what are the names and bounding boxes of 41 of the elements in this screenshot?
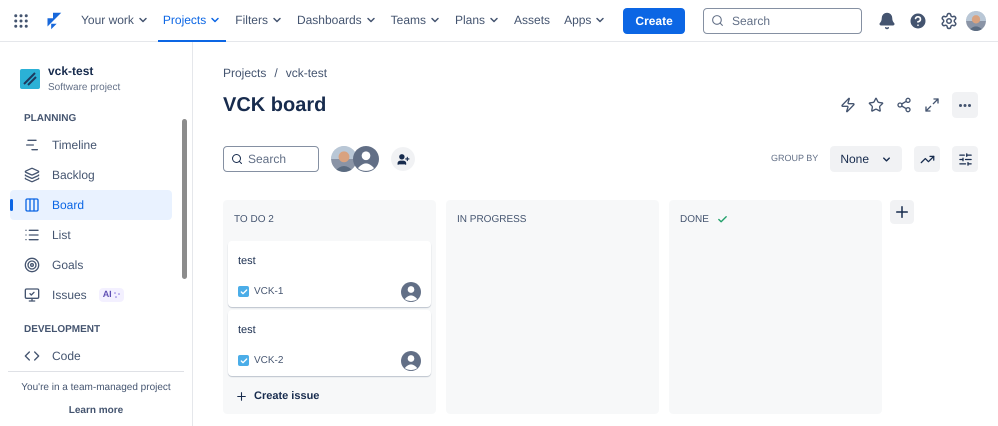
group-by-label: GROUP BY [770, 152, 818, 166]
group-by-select[interactable]: None [830, 146, 902, 172]
column-title: IN PROGRESS [457, 212, 526, 226]
nav-menu[interactable]: Apps [559, 0, 612, 42]
issue-title: test [238, 254, 257, 269]
nav-menu[interactable]: Teams [386, 0, 446, 42]
nav-menu[interactable]: Projects [158, 0, 226, 42]
nav-menu[interactable]: Dashboards [292, 0, 382, 42]
nav-menu[interactable]: Filters [230, 0, 288, 42]
board-search-field[interactable]: Search [223, 146, 319, 172]
ai-badge: AI [98, 288, 124, 302]
column-title: TO DO 2 [234, 212, 274, 226]
section-heading: DEVELOPMENT [23, 323, 102, 337]
sidebar-item[interactable]: Board [10, 190, 172, 220]
breadcrumb-separator: / [274, 65, 278, 82]
issue-title: test [238, 323, 257, 338]
issue-card[interactable]: test VCK-2 [228, 310, 431, 376]
sidebar-item[interactable]: Code [10, 341, 172, 371]
learn-more-link[interactable]: Learn more [68, 403, 124, 418]
search-field[interactable]: Search [703, 8, 862, 34]
sidebar-item[interactable]: Goals [10, 250, 172, 280]
create-button[interactable]: Create [623, 8, 685, 34]
nav-menu[interactable]: Your work [76, 0, 154, 42]
sidebar-item[interactable]: Backlog [10, 160, 172, 190]
breadcrumb-link[interactable]: vck-test [286, 64, 328, 82]
sidebar-item[interactable]: List [10, 220, 172, 250]
issue-card[interactable]: test VCK-1 [228, 241, 431, 307]
issue-key: VCK-2 [254, 353, 396, 368]
sidebar-item[interactable]: Timeline [10, 130, 172, 160]
column-title: DONE [680, 212, 709, 226]
section-heading: PLANNING [23, 112, 78, 126]
issue-key: VCK-1 [254, 284, 396, 299]
project-name: vck-test [48, 63, 94, 80]
nav-menu[interactable]: Plans [450, 0, 506, 42]
breadcrumb-link[interactable]: Projects [223, 64, 266, 82]
project-type: Software project [48, 81, 120, 95]
create-issue-button[interactable]: Create issue [228, 388, 431, 404]
footer-text: You're in a team-managed project [21, 381, 171, 395]
board-title: VCK board [223, 93, 328, 118]
sidebar-item[interactable]: Issues AI [10, 280, 172, 310]
nav-menu[interactable]: Assets [509, 0, 556, 42]
